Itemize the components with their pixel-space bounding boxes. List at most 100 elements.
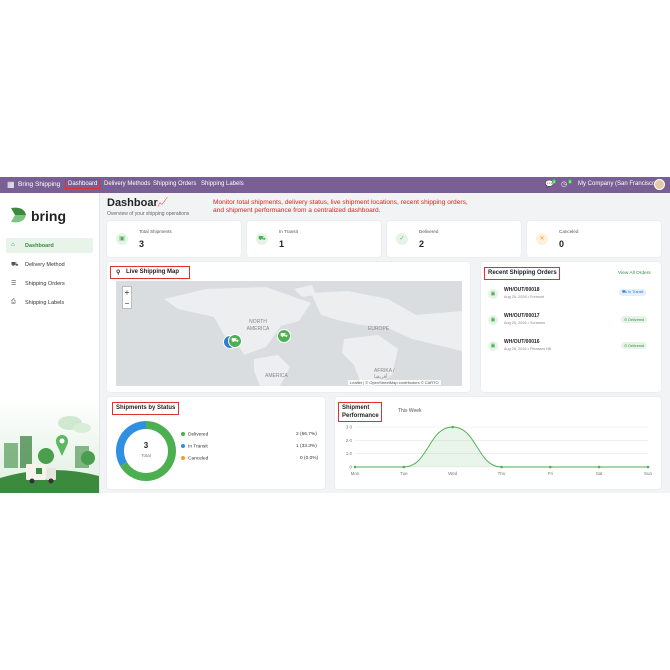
stat-card-delivered[interactable]: ✓ Delivered 2 <box>387 221 521 257</box>
legend-count: 2 (66.7%) <box>296 432 317 437</box>
nav-shipping-labels[interactable]: Shipping Labels <box>201 181 244 187</box>
sidebar-item-shipping-orders[interactable]: ☰ Shipping Orders <box>6 276 93 291</box>
status-card: Shipments by Status 3 Total Delivered 2 … <box>107 397 325 489</box>
donut-center-label: Total <box>141 453 151 458</box>
sidebar-item-label: Shipping Labels <box>25 299 65 306</box>
view-all-orders-link[interactable]: View All Orders <box>618 271 651 276</box>
order-meta: Aug 26, 2026 • Fremont <box>504 295 545 299</box>
data-point-thu[interactable] <box>500 465 503 469</box>
stat-label: In Transit <box>279 229 298 234</box>
status-badge: ⊙ Delivered <box>621 316 648 323</box>
legend-count: 1 (33.3%) <box>296 444 317 449</box>
status-title: Shipments by Status <box>116 405 176 411</box>
order-meta: Aug 26, 2026 • Pleasant Hill <box>504 347 552 351</box>
performance-title-box: Shipment Performance <box>338 402 382 422</box>
chat-count-badge: 8 <box>552 179 557 184</box>
data-point-wed[interactable] <box>451 425 454 429</box>
sidebar-item-shipping-labels[interactable]: ⎙ Shipping Labels <box>6 295 93 310</box>
page-title: Dashboard <box>107 197 165 209</box>
trend-icon: 📈 <box>157 197 169 207</box>
series-line <box>354 426 648 468</box>
sidebar-item-label: Shipping Orders <box>25 280 65 287</box>
company-switcher[interactable]: My Company (San Francisco) <box>578 181 657 187</box>
map-attribution[interactable]: Leaflet | © OpenStreetMap contributors ©… <box>348 380 441 385</box>
x-tick-label: Sat <box>596 471 604 476</box>
sidebar: bring ⌂ Dashboard ⛟ Delivery Method ☰ Sh… <box>0 193 100 493</box>
pin-icon: ⚲ <box>116 270 121 276</box>
status-badge: ⛟ In Transit <box>619 289 647 296</box>
stat-card-in-transit[interactable]: ⛟ In Transit 1 <box>247 221 381 257</box>
performance-title-line2: Performance <box>342 413 379 419</box>
legend-count: 0 (0.0%) <box>300 456 319 461</box>
box-icon: ▣ <box>488 341 498 351</box>
box-icon: ▣ <box>488 289 498 299</box>
annotation-line2: and shipment performance from a centrali… <box>213 207 381 214</box>
sidebar-item-delivery-method[interactable]: ⛟ Delivery Method <box>6 257 93 272</box>
status-badge: ⊙ Delivered <box>621 342 648 349</box>
performance-title-line1: Shipment <box>342 405 370 411</box>
activity-icon[interactable]: ◷ <box>561 180 567 188</box>
x-icon: ✕ <box>536 233 548 245</box>
data-point-sun[interactable] <box>646 465 650 469</box>
sidebar-item-label: Delivery Method <box>25 261 65 268</box>
sidebar-item-dashboard[interactable]: ⌂ Dashboard <box>6 238 93 253</box>
data-point-fri[interactable] <box>549 465 552 469</box>
box-icon: ▣ <box>116 233 128 245</box>
zoom-out-button[interactable]: − <box>123 298 131 309</box>
donut-center-value: 3 <box>143 441 149 450</box>
check-icon: ✓ <box>396 233 408 245</box>
order-meta: Aug 26, 2026 • Scranton <box>504 321 546 325</box>
nav-shipping-orders[interactable]: Shipping Orders <box>153 181 196 187</box>
stat-label: Canceled <box>559 229 579 234</box>
period-label: This Week <box>398 408 422 414</box>
list-item[interactable]: ▣ WH/OUT/00018 Aug 26, 2026 • Fremont ⛟ … <box>485 284 657 306</box>
map-label-north-america: NORTH AMERICA <box>246 319 270 332</box>
data-point-mon[interactable] <box>353 465 357 469</box>
legend-entry-in-transit: In Transit <box>181 444 208 449</box>
user-avatar[interactable] <box>654 179 665 190</box>
data-point-tue[interactable] <box>402 465 406 469</box>
zoom-in-button[interactable]: + <box>123 287 131 298</box>
map-title-box: ⚲ Live Shipping Map <box>110 266 190 279</box>
order-id: WH/OUT/00018 <box>504 287 540 293</box>
shipment-marker-green[interactable]: ⛟ <box>228 334 242 348</box>
home-icon: ⌂ <box>11 242 15 248</box>
sidebar-item-label: Dashboard <box>25 242 54 249</box>
app-name[interactable]: Bring Shipping <box>18 181 60 188</box>
app-grid-icon[interactable]: ▦ <box>7 180 15 189</box>
top-navbar: ▦ Bring Shipping Dashboard Delivery Meth… <box>0 177 670 193</box>
map-label-america: AMERICA <box>265 373 288 379</box>
order-id: WH/OUT/00017 <box>504 313 540 319</box>
nav-dashboard[interactable]: Dashboard <box>65 179 101 189</box>
live-map-card: ⚲ Live Shipping Map + − NORTH AMERICA EU… <box>107 262 470 392</box>
stat-card-total-shipments[interactable]: ▣ Total Shipments 3 <box>107 221 241 257</box>
map-zoom-control: + − <box>122 286 132 309</box>
list-item[interactable]: ▣ WH/OUT/00016 Aug 26, 2026 • Pleasant H… <box>485 336 657 358</box>
y-tick-label: 2.0 <box>346 438 353 443</box>
box-icon: ▣ <box>488 315 498 325</box>
order-id: WH/OUT/00016 <box>504 339 540 345</box>
stat-label: Total Shipments <box>139 229 172 234</box>
list-item[interactable]: ▣ WH/OUT/00017 Aug 26, 2026 • Scranton ⊙… <box>485 310 657 332</box>
bring-logo-icon <box>11 207 26 223</box>
legend-entry-canceled: Canceled <box>181 456 208 461</box>
printer-icon: ⎙ <box>11 299 16 305</box>
truck-icon: ⛟ <box>256 233 268 245</box>
data-point-sat[interactable] <box>597 465 601 469</box>
x-tick-label: Thu <box>498 471 506 476</box>
legend-dot <box>181 456 185 460</box>
x-tick-label: Mon <box>351 471 360 476</box>
map-label-africa: AFRIKA / أفريقيا <box>374 368 395 380</box>
list-icon: ☰ <box>11 281 17 287</box>
delivery-illustration <box>0 398 99 493</box>
recent-orders-title: Recent Shipping Orders <box>488 270 557 276</box>
performance-card: Shipment Performance This Week 0 1.0 2.0 3.… <box>335 397 661 489</box>
activity-count-badge: 6 <box>568 179 573 184</box>
stat-value: 1 <box>279 239 285 249</box>
y-tick-label: 1.0 <box>346 451 353 456</box>
annotation-line1: Monitor total shipments, delivery status… <box>213 199 468 206</box>
shipment-marker-green[interactable]: ⛟ <box>277 329 291 343</box>
nav-delivery-methods[interactable]: Delivery Methods <box>104 181 150 187</box>
map-title: Live Shipping Map <box>126 269 180 275</box>
stat-card-canceled[interactable]: ✕ Canceled 0 <box>527 221 661 257</box>
